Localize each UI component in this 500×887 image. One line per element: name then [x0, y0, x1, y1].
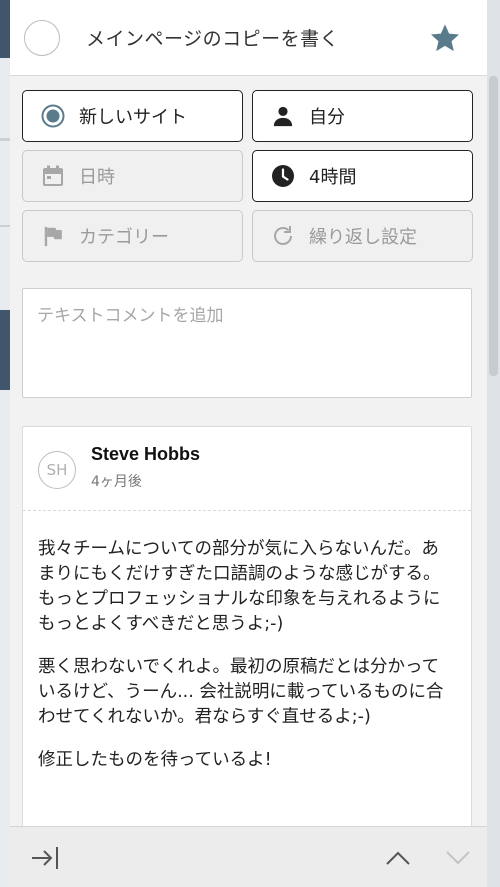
comment-header: SH Steve Hobbs 4ヶ月後	[23, 427, 471, 511]
category-button[interactable]: カテゴリー	[22, 210, 243, 262]
datetime-button[interactable]: 日時	[22, 150, 243, 202]
comment-input[interactable]: テキストコメントを追加	[22, 288, 472, 398]
avatar: SH	[38, 451, 76, 489]
comment-paragraph: 我々チームについての部分が気に入らないんだ。あまりにもくだけすぎた口語調のような…	[38, 539, 441, 634]
comment-card: SH Steve Hobbs 4ヶ月後 我々チームについての部分が気に入らないん…	[22, 426, 472, 846]
site-button[interactable]: 新しいサイト	[22, 90, 243, 142]
radio-selected-icon	[41, 104, 65, 128]
scrollbar-thumb[interactable]	[489, 76, 498, 376]
repeat-icon	[271, 224, 295, 248]
scrollbar[interactable]	[487, 0, 500, 887]
assignee-button[interactable]: 自分	[252, 90, 473, 142]
complete-checkbox[interactable]	[24, 19, 60, 56]
background-app	[0, 0, 10, 887]
task-header: メインページのコピーを書く	[10, 0, 487, 76]
panel-footer	[10, 826, 487, 887]
task-title[interactable]: メインページのコピーを書く	[86, 24, 429, 51]
repeat-label: 繰り返し設定	[309, 227, 417, 248]
comment-placeholder: テキストコメントを追加	[37, 306, 224, 326]
assignee-label: 自分	[309, 107, 345, 128]
comment-paragraph: 悪く思わないでくれよ。最初の原稿だとは分かっているけど、うーん... 会社説明に…	[38, 657, 444, 727]
person-icon	[271, 104, 295, 128]
comment-body: 我々チームについての部分が気に入らないんだ。あまりにもくだけすぎた口語調のような…	[23, 511, 471, 773]
chevron-up-icon[interactable]	[383, 844, 413, 872]
duration-button[interactable]: 4時間	[252, 150, 473, 202]
duration-label: 4時間	[309, 167, 357, 188]
site-label: 新しいサイト	[79, 107, 187, 128]
collapse-panel-icon[interactable]	[30, 844, 60, 872]
chevron-down-icon[interactable]	[443, 844, 473, 872]
comment-time: 4ヶ月後	[91, 474, 142, 490]
task-detail-panel: メインページのコピーを書く 新しいサイト 自分 日時 4時間 カテゴリー 繰り返…	[10, 0, 487, 887]
category-label: カテゴリー	[79, 227, 169, 248]
flag-icon	[41, 224, 65, 248]
calendar-icon	[41, 164, 65, 188]
repeat-button[interactable]: 繰り返し設定	[252, 210, 473, 262]
clock-icon	[271, 164, 295, 188]
comment-paragraph: 修正したものを待っているよ!	[38, 750, 272, 770]
datetime-label: 日時	[79, 167, 115, 188]
star-icon[interactable]	[429, 22, 461, 54]
comment-author: Steve Hobbs	[91, 444, 201, 464]
